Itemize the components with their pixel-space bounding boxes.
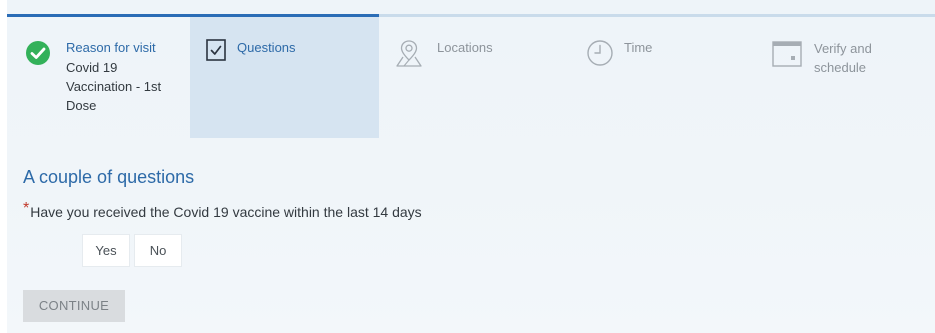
scheduler-panel: Reason for visit Covid 19 Vaccination - …: [7, 0, 935, 333]
step-detail: Covid 19 Vaccination - 1st Dose: [66, 60, 162, 113]
step-title: Reason for visit: [66, 40, 156, 55]
step-time[interactable]: Time: [572, 17, 762, 138]
step-verify-and-schedule[interactable]: Verify and schedule: [762, 17, 935, 138]
question-text: Have you received the Covid 19 vaccine w…: [30, 204, 422, 220]
step-navigation: Reason for visit Covid 19 Vaccination - …: [7, 17, 935, 138]
answer-yes-button[interactable]: Yes: [82, 234, 130, 267]
answer-no-button[interactable]: No: [134, 234, 182, 267]
step-locations[interactable]: Locations: [379, 17, 572, 138]
check-circle-icon: [25, 40, 51, 71]
step-title: Questions: [237, 40, 296, 55]
continue-button[interactable]: CONTINUE: [23, 290, 125, 322]
clock-icon: [586, 39, 614, 72]
step-questions[interactable]: Questions: [190, 17, 379, 138]
map-pin-icon: [393, 37, 425, 74]
calendar-icon: [772, 39, 802, 72]
step-title: Verify and schedule: [814, 41, 872, 75]
step-title: Locations: [437, 40, 493, 55]
step-reason-for-visit[interactable]: Reason for visit Covid 19 Vaccination - …: [7, 17, 190, 138]
section-heading: A couple of questions: [23, 167, 195, 187]
checkbox-icon: [206, 39, 226, 66]
required-marker: *: [23, 200, 30, 217]
vaccine-question: *Have you received the Covid 19 vaccine …: [23, 200, 422, 221]
step-title: Time: [624, 40, 653, 55]
